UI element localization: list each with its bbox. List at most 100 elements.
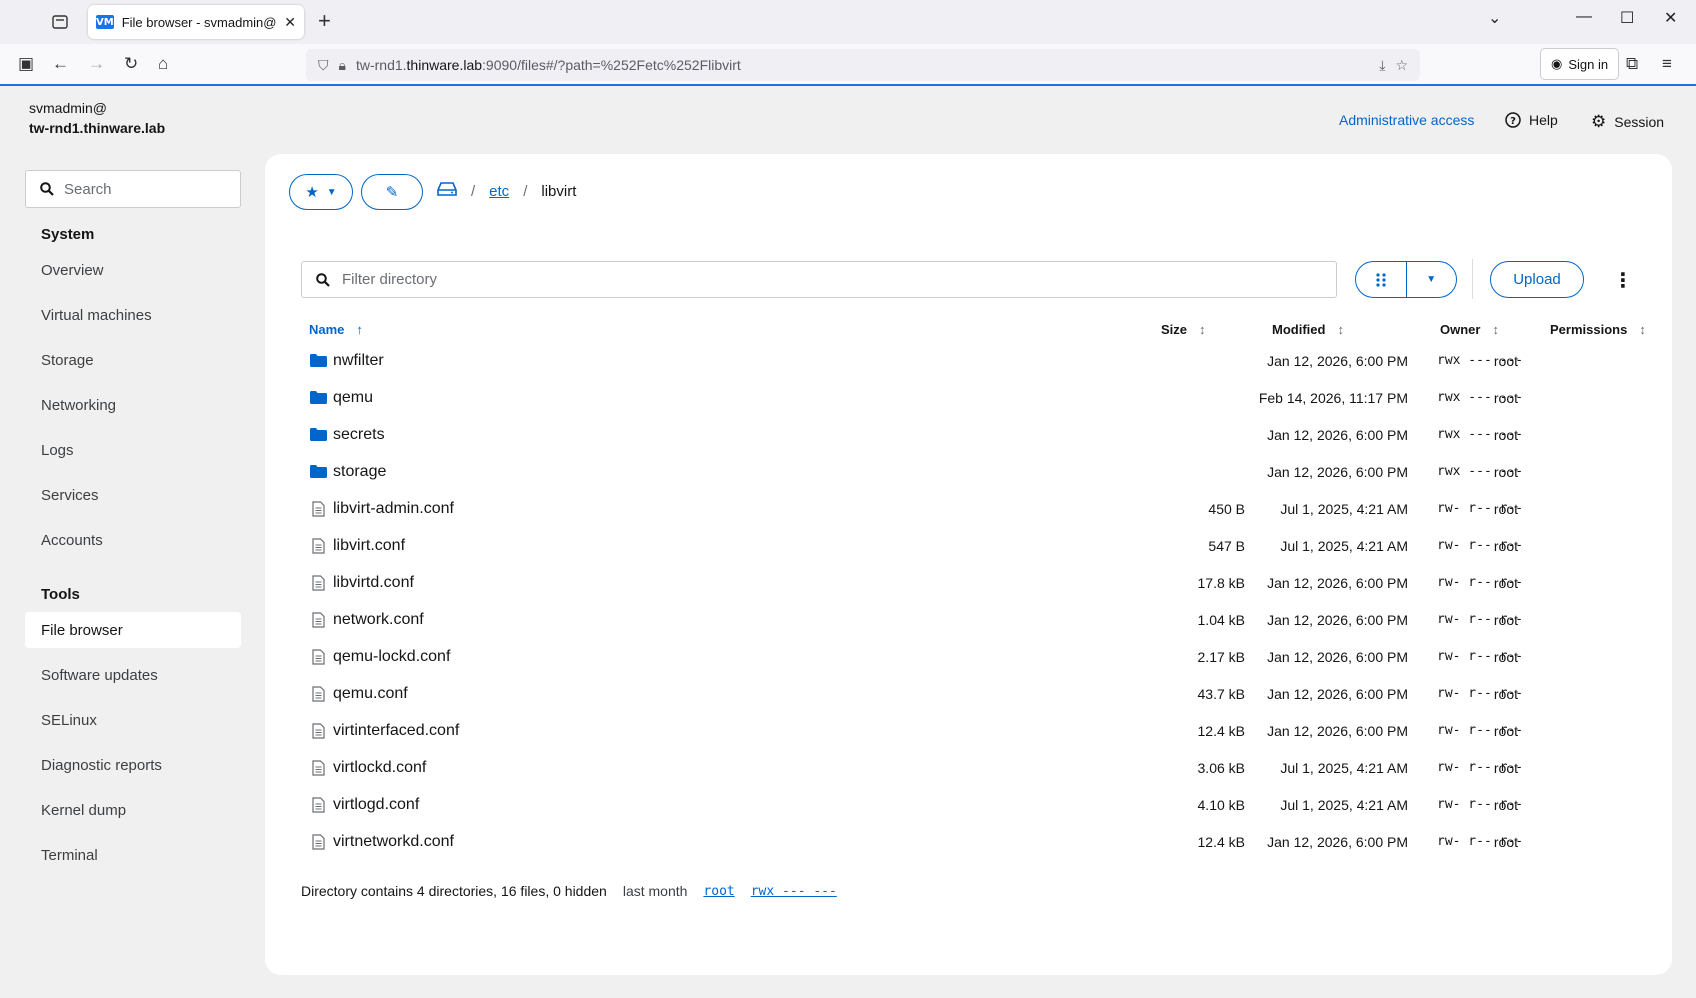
- sidebar-item-storage[interactable]: Storage: [25, 342, 241, 378]
- filter-directory-input[interactable]: Filter directory: [301, 261, 1337, 298]
- file-icon: [309, 601, 327, 638]
- sidebar-item-services[interactable]: Services: [25, 477, 241, 513]
- sidebar-toggle-icon[interactable]: ▣: [18, 54, 34, 74]
- download-page-icon[interactable]: ⤓: [1379, 57, 1385, 74]
- browser-tab-active[interactable]: VM File browser - svmadmin@tw-rr ✕: [88, 5, 304, 39]
- account-icon: ◉: [1551, 56, 1563, 71]
- column-header-name[interactable]: Name ↑: [309, 322, 363, 337]
- file-icon: [309, 490, 327, 527]
- column-header-size[interactable]: Size ↕: [1161, 322, 1206, 337]
- file-icon: [309, 712, 327, 749]
- breadcrumb-separator: /: [523, 182, 528, 200]
- folder-icon: [309, 342, 327, 379]
- table-row[interactable]: qemu Feb 14, 2026, 11:17 PM root rwx --- --…: [265, 379, 1672, 416]
- directory-owner-link[interactable]: root: [703, 884, 734, 899]
- cockpit-page: svmadmin@ tw-rnd1.thinware.lab Administr…: [0, 88, 1696, 998]
- table-row[interactable]: libvirtd.conf 17.8 kB Jan 12, 2026, 6:00 P…: [265, 564, 1672, 601]
- menu-icon[interactable]: ≡: [1662, 54, 1672, 74]
- url-bar[interactable]: ⛉ 🔒︎ tw-rnd1.thinware.lab:9090/files#/?p…: [306, 49, 1420, 81]
- maximize-icon[interactable]: ☐: [1620, 8, 1634, 28]
- help-button[interactable]: ? Help: [1505, 112, 1558, 128]
- file-permissions: rw- r-- r--: [1437, 797, 1524, 812]
- forward-icon[interactable]: →: [88, 54, 105, 74]
- file-icon: [309, 527, 327, 564]
- host-name: tw-rnd1.thinware.lab: [29, 120, 166, 136]
- table-row[interactable]: virtinterfaced.conf 12.4 kB Jan 12, 2026, …: [265, 712, 1672, 749]
- sidebar-item-terminal[interactable]: Terminal: [25, 837, 241, 873]
- minimize-icon[interactable]: —: [1576, 8, 1592, 26]
- browser-navbar: ▣ ← → ↻ ⌂ ⛉ 🔒︎ tw-rnd1.thinware.lab:9090…: [0, 44, 1696, 86]
- table-row[interactable]: virtnetworkd.conf 12.4 kB Jan 12, 2026, 6:…: [265, 823, 1672, 860]
- file-modified: Jul 1, 2025, 4:21 AM: [1280, 537, 1408, 554]
- administrative-access-button[interactable]: Administrative access: [1339, 112, 1474, 128]
- session-button[interactable]: ⚙ Session: [1591, 112, 1664, 132]
- new-tab-icon[interactable]: +: [318, 8, 331, 34]
- upload-button[interactable]: Upload: [1490, 261, 1584, 298]
- tab-close-icon[interactable]: ✕: [284, 14, 296, 31]
- file-size: 12.4 kB: [1197, 833, 1245, 850]
- file-modified: Jul 1, 2025, 4:21 AM: [1280, 759, 1408, 776]
- file-name: virtlogd.conf: [333, 795, 420, 813]
- kebab-menu-icon[interactable]: ⋮: [1613, 268, 1633, 293]
- sidebar-search-input[interactable]: Search: [25, 170, 241, 208]
- directory-modified: last month: [622, 883, 688, 899]
- table-row[interactable]: storage Jan 12, 2026, 6:00 PM root rwx --- …: [265, 453, 1672, 490]
- file-modified: Jan 12, 2026, 6:00 PM: [1267, 685, 1408, 702]
- back-icon[interactable]: ←: [52, 54, 69, 74]
- table-row[interactable]: qemu.conf 43.7 kB Jan 12, 2026, 6:00 PM roo…: [265, 675, 1672, 712]
- column-header-owner[interactable]: Owner ↕: [1440, 322, 1499, 337]
- sign-in-button[interactable]: ◉ Sign in: [1540, 48, 1620, 80]
- browser-tabbar: VM File browser - svmadmin@tw-rr ✕ + ⌄ —…: [0, 0, 1696, 44]
- window-close-icon[interactable]: ✕: [1664, 8, 1677, 28]
- favorites-dropdown-button[interactable]: ★ ▼: [289, 174, 353, 210]
- reload-icon[interactable]: ↻: [124, 54, 138, 74]
- edit-path-button[interactable]: ✎: [361, 174, 423, 210]
- file-name: qemu.conf: [333, 684, 408, 702]
- lock-icon[interactable]: 🔒︎: [339, 57, 346, 74]
- sidebar-item-overview[interactable]: Overview: [25, 252, 241, 288]
- search-icon: [316, 272, 330, 287]
- file-name: libvirtd.conf: [333, 573, 414, 591]
- sort-ascending-icon: ↑: [356, 322, 363, 337]
- sidebar-item-selinux[interactable]: SELinux: [25, 702, 241, 738]
- table-row[interactable]: secrets Jan 12, 2026, 6:00 PM root rwx --- …: [265, 416, 1672, 453]
- file-name: libvirt.conf: [333, 536, 406, 554]
- file-icon: [309, 638, 327, 675]
- file-modified: Jul 1, 2025, 4:21 AM: [1280, 500, 1408, 517]
- sidebar-item-logs[interactable]: Logs: [25, 432, 241, 468]
- sidebar-item-software-updates[interactable]: Software updates: [25, 657, 241, 693]
- bookmark-star-icon[interactable]: ☆: [1395, 57, 1408, 74]
- tab-overflow-chevron-icon[interactable]: ⌄: [1488, 8, 1501, 28]
- breadcrumb-etc[interactable]: etc: [489, 183, 509, 200]
- file-icon: [309, 675, 327, 712]
- table-row[interactable]: libvirt-admin.conf 450 B Jul 1, 2025, 4:21…: [265, 490, 1672, 527]
- file-name: qemu: [333, 388, 374, 406]
- sidebar-item-file-browser[interactable]: File browser: [25, 612, 241, 648]
- column-header-permissions[interactable]: Permissions ↕: [1550, 322, 1646, 337]
- directory-permissions-link[interactable]: rwx --- ---: [751, 884, 837, 899]
- extensions-icon[interactable]: ⧉: [1626, 54, 1638, 74]
- home-icon[interactable]: ⌂: [158, 54, 168, 74]
- sidebar-item-virtual-machines[interactable]: Virtual machines: [25, 297, 241, 333]
- table-row[interactable]: virtlogd.conf 4.10 kB Jul 1, 2025, 4:21 AM…: [265, 786, 1672, 823]
- table-row[interactable]: nwfilter Jan 12, 2026, 6:00 PM root rwx ---…: [265, 342, 1672, 379]
- column-header-modified[interactable]: Modified ↕: [1272, 322, 1344, 337]
- sidebar-item-diagnostic-reports[interactable]: Diagnostic reports: [25, 747, 241, 783]
- table-row[interactable]: libvirt.conf 547 B Jul 1, 2025, 4:21 AM roo…: [265, 527, 1672, 564]
- tab-list-icon[interactable]: [46, 10, 74, 34]
- star-icon: ★: [305, 184, 319, 201]
- table-row[interactable]: qemu-lockd.conf 2.17 kB Jan 12, 2026, 6:00…: [265, 638, 1672, 675]
- view-options-dropdown[interactable]: ▼: [1407, 262, 1457, 297]
- grid-view-button[interactable]: [1356, 262, 1407, 297]
- file-modified: Jan 12, 2026, 6:00 PM: [1267, 426, 1408, 443]
- file-size: 450 B: [1208, 500, 1245, 517]
- file-size: 547 B: [1208, 537, 1245, 554]
- file-permissions: rw- r-- r--: [1437, 612, 1524, 627]
- table-row[interactable]: network.conf 1.04 kB Jan 12, 2026, 6:00 PM…: [265, 601, 1672, 638]
- sidebar-item-networking[interactable]: Networking: [25, 387, 241, 423]
- table-row[interactable]: virtlockd.conf 3.06 kB Jul 1, 2025, 4:21 A…: [265, 749, 1672, 786]
- shield-icon[interactable]: ⛉: [318, 57, 329, 74]
- sidebar-item-kernel-dump[interactable]: Kernel dump: [25, 792, 241, 828]
- sidebar-item-accounts[interactable]: Accounts: [25, 522, 241, 558]
- drive-root-icon[interactable]: [437, 182, 457, 200]
